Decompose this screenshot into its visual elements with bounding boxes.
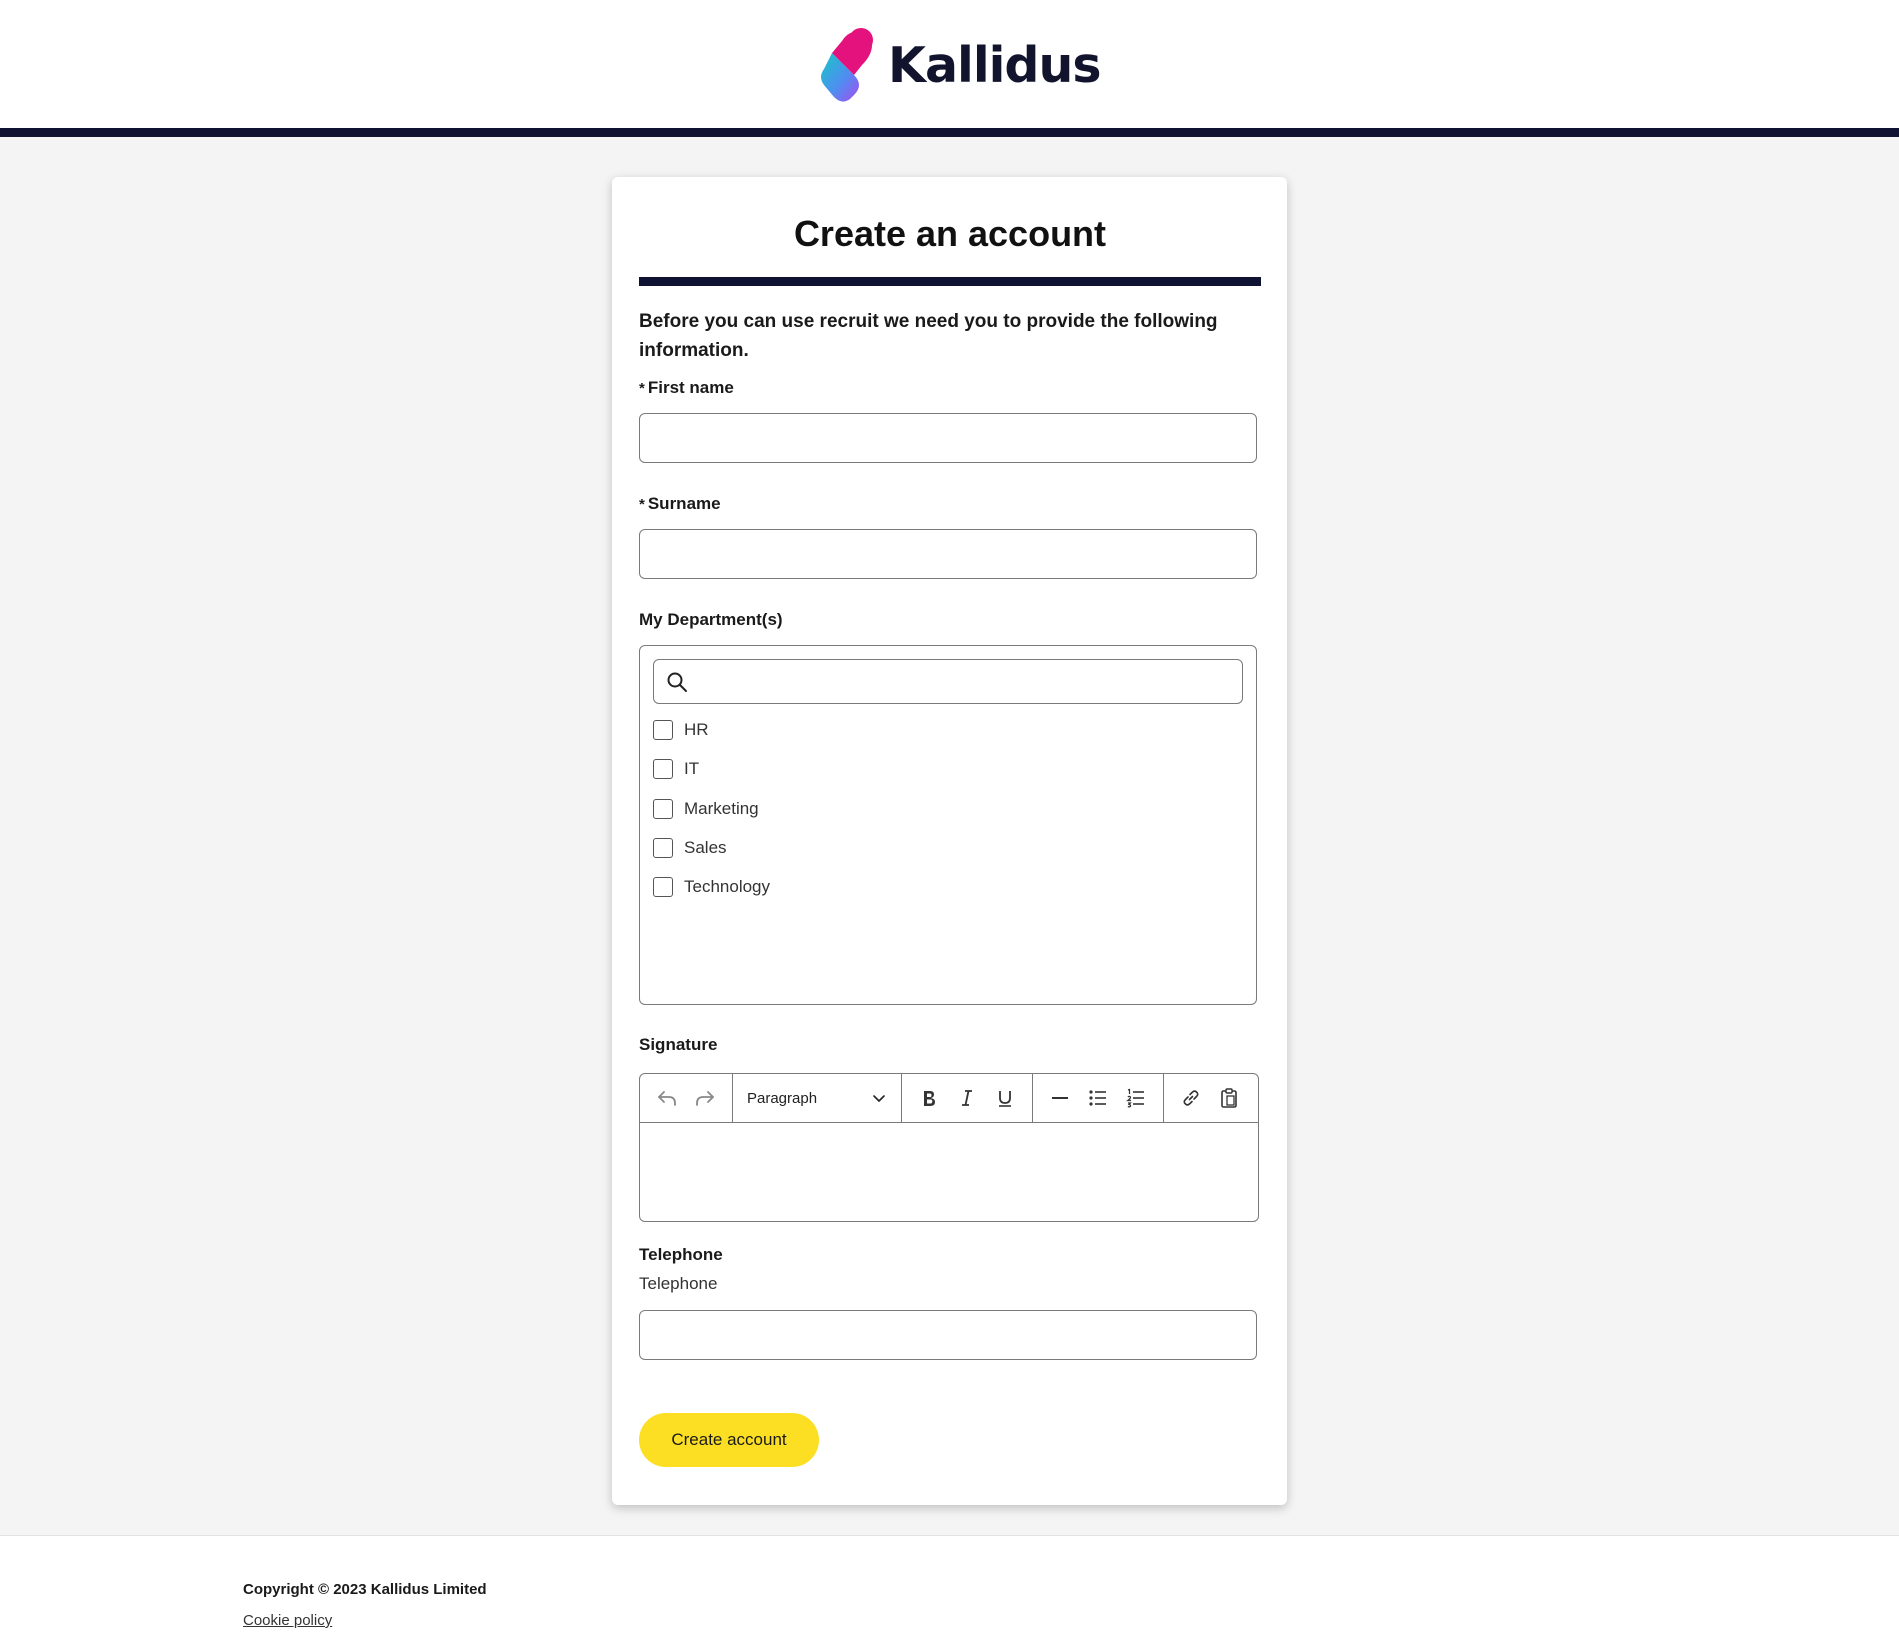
departments-search-input[interactable] [696, 666, 1240, 698]
brand-name: Kallidus [888, 36, 1102, 94]
italic-button[interactable] [948, 1079, 986, 1117]
first-name-input[interactable] [639, 413, 1257, 463]
link-paste-group [1164, 1074, 1256, 1122]
checkbox[interactable] [653, 877, 673, 897]
department-option-it[interactable]: IT [653, 756, 699, 782]
history-group [640, 1074, 733, 1122]
italic-icon [962, 1090, 972, 1106]
redo-button[interactable] [686, 1079, 724, 1117]
first-name-label: * First name [639, 378, 734, 398]
create-account-card: Create an account Before you can use rec… [612, 177, 1287, 1505]
checkbox[interactable] [653, 759, 673, 779]
department-option-marketing[interactable]: Marketing [653, 796, 759, 822]
signature-editor: Paragraph [639, 1073, 1259, 1222]
department-option-label: Sales [684, 838, 727, 857]
bullet-list-button[interactable] [1079, 1079, 1117, 1117]
link-button[interactable] [1172, 1079, 1210, 1117]
department-option-sales[interactable]: Sales [653, 835, 727, 861]
departments-multiselect: HR IT Marketing Sales Technology [639, 645, 1257, 1005]
required-marker: * [639, 380, 645, 397]
checkbox[interactable] [653, 799, 673, 819]
bullet-list-icon [1089, 1090, 1106, 1106]
search-icon [667, 672, 687, 692]
underline-button[interactable] [986, 1079, 1024, 1117]
numbered-list-icon [1126, 1088, 1144, 1108]
numbered-list-button[interactable] [1117, 1079, 1155, 1117]
title-divider [639, 277, 1261, 286]
kallidus-logo[interactable]: Kallidus [820, 25, 1102, 105]
departments-label: My Department(s) [639, 610, 783, 629]
cookie-policy-link[interactable]: Cookie policy [243, 1612, 332, 1629]
surname-label-text: Surname [647, 494, 721, 513]
paste-icon [1221, 1088, 1237, 1108]
text-style-group [902, 1074, 1033, 1122]
bold-icon [924, 1091, 935, 1106]
site-footer: Copyright © 2023 Kallidus Limited Cookie… [0, 1535, 1899, 1647]
surname-label: * Surname [639, 494, 721, 514]
signature-editor-body[interactable] [640, 1123, 1258, 1221]
block-format-group: Paragraph [733, 1074, 902, 1122]
first-name-label-text: First name [647, 378, 734, 397]
checkbox[interactable] [653, 838, 673, 858]
block-format-select[interactable]: Paragraph [741, 1079, 893, 1117]
insert-group [1033, 1074, 1164, 1122]
department-option-label: IT [684, 759, 700, 778]
underline-icon [999, 1091, 1011, 1107]
block-format-value: Paragraph [747, 1089, 818, 1107]
redo-icon [696, 1091, 714, 1106]
bold-button[interactable] [910, 1079, 948, 1117]
department-option-hr[interactable]: HR [653, 717, 709, 743]
department-option-label: HR [684, 720, 709, 739]
departments-search[interactable] [653, 659, 1243, 704]
link-icon [1183, 1090, 1199, 1106]
department-option-label: Technology [684, 877, 771, 896]
required-marker: * [639, 496, 645, 513]
kallidus-logo-icon [821, 28, 873, 102]
editor-toolbar: Paragraph [640, 1074, 1258, 1123]
undo-icon [658, 1091, 676, 1106]
checkbox[interactable] [653, 720, 673, 740]
site-header: Kallidus [0, 0, 1899, 137]
paste-button[interactable] [1210, 1079, 1248, 1117]
page-title: Create an account [793, 213, 1107, 254]
department-option-technology[interactable]: Technology [653, 874, 770, 900]
surname-input[interactable] [639, 529, 1257, 579]
signature-label: Signature [639, 1035, 718, 1054]
copyright-text: Copyright © 2023 Kallidus Limited [243, 1581, 487, 1598]
horizontal-rule-icon [1052, 1097, 1068, 1099]
undo-button[interactable] [648, 1079, 686, 1117]
create-account-button[interactable]: Create account [639, 1413, 819, 1467]
horizontal-rule-button[interactable] [1041, 1079, 1079, 1117]
chevron-down-icon [873, 1095, 885, 1102]
intro-text: Before you can use recruit we need you t… [639, 311, 1218, 361]
telephone-hint: Telephone [639, 1274, 718, 1293]
telephone-label: Telephone [639, 1245, 723, 1264]
telephone-input[interactable] [639, 1310, 1257, 1360]
department-option-label: Marketing [684, 799, 759, 818]
